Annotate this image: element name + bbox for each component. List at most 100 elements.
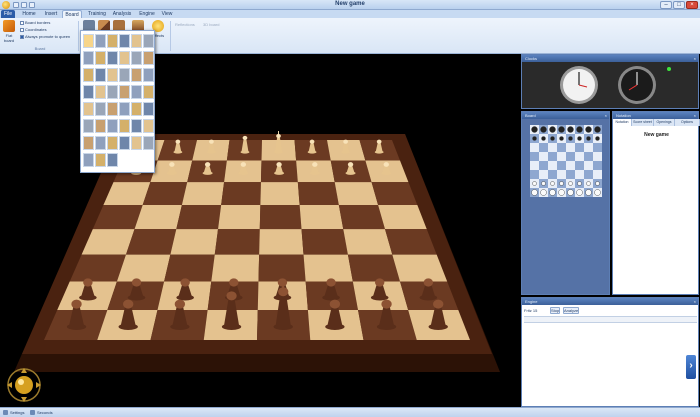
mini-board-square[interactable] xyxy=(530,152,539,161)
piece-set-option[interactable] xyxy=(131,136,142,150)
mini-board-square[interactable] xyxy=(566,170,575,179)
piece-set-option[interactable] xyxy=(107,51,118,65)
mini-board-piece[interactable] xyxy=(549,126,556,133)
piece-set-option[interactable] xyxy=(107,85,118,99)
mini-board-square[interactable] xyxy=(566,143,575,152)
maximize-button[interactable]: □ xyxy=(673,1,685,9)
mini-board-square[interactable] xyxy=(575,143,584,152)
mini-board-square[interactable] xyxy=(548,152,557,161)
mini-board-square[interactable] xyxy=(584,152,593,161)
close-button[interactable]: × xyxy=(686,1,698,9)
mini-board-piece[interactable] xyxy=(540,126,547,133)
piece-set-option[interactable] xyxy=(119,102,130,116)
close-icon[interactable]: × xyxy=(694,298,696,305)
3d-board-option[interactable]: 3D board xyxy=(203,22,219,27)
close-icon[interactable]: × xyxy=(694,112,696,119)
piece-set-option[interactable] xyxy=(131,102,142,116)
piece-set-option[interactable] xyxy=(131,51,142,65)
mini-board-square[interactable] xyxy=(548,161,557,170)
mini-board-square[interactable] xyxy=(593,143,602,152)
reflections-option[interactable]: Reflections xyxy=(175,22,195,27)
mini-board-square[interactable] xyxy=(557,161,566,170)
piece-set-option[interactable] xyxy=(83,68,94,82)
mini-board-piece[interactable] xyxy=(576,189,583,196)
piece-set-option[interactable] xyxy=(131,68,142,82)
piece-set-option[interactable] xyxy=(143,34,154,48)
piece-set-option[interactable] xyxy=(143,102,154,116)
3d-board-view[interactable] xyxy=(0,54,519,407)
tab-score-sheet[interactable]: Score sheet xyxy=(632,119,654,126)
mini-board-square[interactable] xyxy=(575,152,584,161)
seconds-status-item[interactable]: Seconds xyxy=(30,409,53,417)
mini-board-piece[interactable] xyxy=(532,136,537,141)
mini-board-square[interactable] xyxy=(548,170,557,179)
mini-board-piece[interactable] xyxy=(594,126,601,133)
mini-board-piece[interactable] xyxy=(559,181,564,186)
piece-set-option[interactable] xyxy=(83,119,94,133)
engine-analyze-button[interactable]: Analyze xyxy=(563,307,579,314)
mini-board-square[interactable] xyxy=(548,143,557,152)
mini-board-piece[interactable] xyxy=(585,126,592,133)
piece-set-option[interactable] xyxy=(119,68,130,82)
piece-set-option[interactable] xyxy=(95,153,106,167)
piece-set-option[interactable] xyxy=(95,68,106,82)
tab-analysis[interactable]: Analysis xyxy=(111,10,133,18)
piece-set-option[interactable] xyxy=(107,68,118,82)
mini-board-piece[interactable] xyxy=(532,181,537,186)
mini-board-piece[interactable] xyxy=(577,136,582,141)
tab-training[interactable]: Training xyxy=(86,10,108,18)
tab-view[interactable]: View xyxy=(160,10,174,18)
piece-set-option[interactable] xyxy=(95,85,106,99)
mini-board-piece[interactable] xyxy=(586,181,591,186)
close-icon[interactable]: × xyxy=(694,55,696,62)
piece-set-option[interactable] xyxy=(83,102,94,116)
engine-stop-button[interactable]: Stop xyxy=(550,307,560,314)
flat-board-button[interactable]: Flat board xyxy=(2,20,16,44)
mini-chessboard[interactable] xyxy=(529,124,604,199)
mini-board-square[interactable] xyxy=(530,143,539,152)
piece-set-option[interactable] xyxy=(131,119,142,133)
piece-set-option[interactable] xyxy=(131,85,142,99)
mini-board-piece[interactable] xyxy=(531,126,538,133)
piece-set-option[interactable] xyxy=(119,51,130,65)
piece-set-option[interactable] xyxy=(95,136,106,150)
piece-set-option[interactable] xyxy=(83,153,94,167)
piece-set-option[interactable] xyxy=(119,119,130,133)
tab-board[interactable]: Board xyxy=(62,10,82,18)
mini-board-piece[interactable] xyxy=(577,181,582,186)
mini-board-piece[interactable] xyxy=(531,189,538,196)
piece-set-option[interactable] xyxy=(119,34,130,48)
mini-board-piece[interactable] xyxy=(549,189,556,196)
piece-set-option[interactable] xyxy=(143,136,154,150)
piece-set-option[interactable] xyxy=(107,34,118,48)
mini-board-piece[interactable] xyxy=(586,136,591,141)
mini-board-piece[interactable] xyxy=(567,189,574,196)
piece-set-option[interactable] xyxy=(143,119,154,133)
mini-board-square[interactable] xyxy=(539,143,548,152)
piece-set-option[interactable] xyxy=(107,153,118,167)
mini-board-piece[interactable] xyxy=(567,126,574,133)
camera-navigation-control[interactable] xyxy=(6,367,42,403)
tab-file[interactable]: File xyxy=(1,10,15,18)
mini-board-piece[interactable] xyxy=(550,181,555,186)
settings-status-item[interactable]: Settings xyxy=(3,409,24,417)
piece-set-option[interactable] xyxy=(95,119,106,133)
mini-board-piece[interactable] xyxy=(558,189,565,196)
piece-set-option[interactable] xyxy=(107,136,118,150)
piece-set-option[interactable] xyxy=(83,34,94,48)
chessboard-3d[interactable] xyxy=(0,54,519,407)
piece-set-option[interactable] xyxy=(143,68,154,82)
mini-board-piece[interactable] xyxy=(540,189,547,196)
tab-insert[interactable]: Insert xyxy=(42,10,60,18)
piece-set-option[interactable] xyxy=(95,102,106,116)
piece-set-option[interactable] xyxy=(83,136,94,150)
board-borders-checkbox[interactable]: Board borders xyxy=(20,20,50,26)
piece-set-option[interactable] xyxy=(107,119,118,133)
mini-board-square[interactable] xyxy=(593,170,602,179)
mini-board-piece[interactable] xyxy=(558,126,565,133)
piece-set-option[interactable] xyxy=(95,34,106,48)
mini-board-square[interactable] xyxy=(593,152,602,161)
coordinates-checkbox[interactable]: Coordinates xyxy=(20,27,47,33)
mini-board-square[interactable] xyxy=(584,161,593,170)
mini-board-square[interactable] xyxy=(566,161,575,170)
